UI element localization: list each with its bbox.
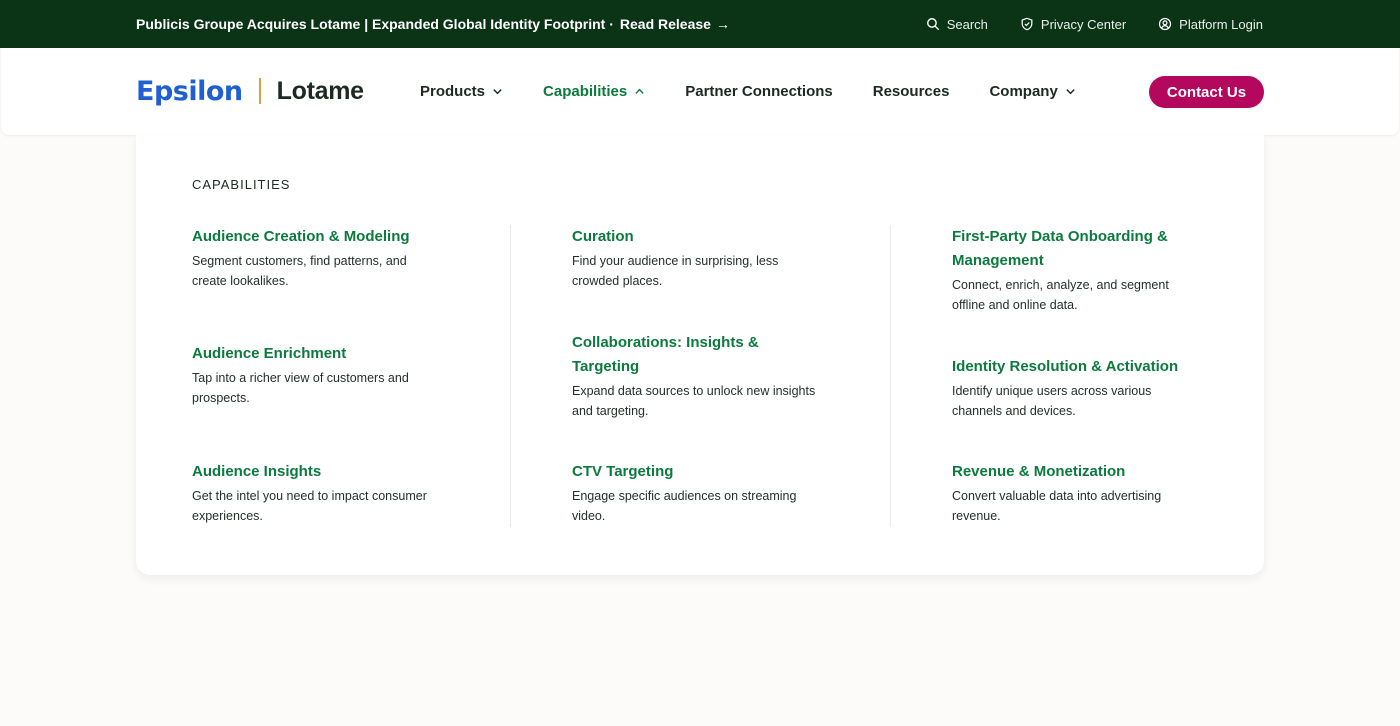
menu-item-description: Expand data sources to unlock new insigh… [572,384,816,418]
menu-item-collaborations[interactable]: Collaborations: Insights & Targeting Exp… [572,331,822,421]
menu-item-title: Audience Enrichment [192,345,347,362]
privacy-center-link[interactable]: Privacy Center [1020,17,1126,32]
logo[interactable]: Epsilon Lotame [136,75,364,107]
menu-item-description: Segment customers, find patterns, and cr… [192,254,407,288]
menu-item-identity-resolution[interactable]: Identity Resolution & Activation Identif… [952,355,1202,421]
menu-item-audience-insights[interactable]: Audience Insights Get the intel you need… [192,460,442,526]
menu-item-description: Engage specific audiences on streaming v… [572,489,797,523]
utility-nav: Search Privacy Center Platform Login [926,0,1263,48]
nav-partner-connections[interactable]: Partner Connections [685,83,833,100]
contact-us-button[interactable]: Contact Us [1149,76,1264,108]
menu-item-description: Connect, enrich, analyze, and segment of… [952,278,1169,312]
chevron-down-icon [1066,89,1075,95]
nav-capabilities[interactable]: Capabilities [543,83,645,100]
menu-item-audience-creation[interactable]: Audience Creation & Modeling Segment cus… [192,225,442,291]
nav-products-label: Products [420,83,486,100]
user-icon [1159,17,1172,31]
platform-login-label: Platform Login [1179,16,1263,32]
menu-item-title: CTV Targeting [572,463,674,480]
capabilities-dropdown: CAPABILITIES Audience Creation & Modelin… [136,135,1264,575]
chevron-up-icon [635,88,644,94]
menu-item-title: Revenue & Monetization [952,463,1126,480]
logo-divider [258,78,261,104]
lotame-logo: Lotame [276,76,364,105]
search-link[interactable]: Search [926,17,988,32]
menu-item-title: Collaborations: Insights & Targeting [572,334,759,375]
menu-item-audience-enrichment[interactable]: Audience Enrichment Tap into a richer vi… [192,342,442,408]
nav-company-label: Company [989,83,1058,100]
menu-item-curation[interactable]: Curation Find your audience in surprisin… [572,225,822,291]
dropdown-column-1: Audience Creation & Modeling Segment cus… [192,225,510,527]
privacy-center-label: Privacy Center [1040,16,1127,32]
menu-item-ctv-targeting[interactable]: CTV Targeting Engage specific audiences … [572,460,822,526]
shield-icon [1021,17,1033,31]
read-release-link[interactable]: Read Release → [620,16,730,32]
epsilon-logo: Epsilon [136,75,243,107]
nav-resources[interactable]: Resources [873,83,950,100]
read-release-label: Read Release [619,16,711,32]
menu-item-title: First-Party Data Onboarding & Management [952,228,1168,269]
search-label: Search [946,16,988,32]
menu-item-first-party-data[interactable]: First-Party Data Onboarding & Management… [952,225,1202,315]
menu-item-description: Find your audience in surprising, less c… [572,254,779,288]
announcement: Publicis Groupe Acquires Lotame | Expand… [136,0,730,48]
dropdown-column-3: First-Party Data Onboarding & Management… [890,225,1220,527]
menu-item-description: Convert valuable data into advertising r… [952,489,1162,523]
chevron-down-icon [493,89,502,95]
nav-resources-label: Resources [872,83,950,100]
menu-item-description: Get the intel you need to impact consume… [192,489,427,523]
dropdown-column-2: Curation Find your audience in surprisin… [510,225,890,527]
announcement-bar: Publicis Groupe Acquires Lotame | Expand… [0,0,1400,48]
nav-products[interactable]: Products [420,83,503,100]
menu-item-title: Identity Resolution & Activation [952,358,1179,375]
nav-company[interactable]: Company [989,83,1075,100]
primary-nav: Products Capabilities Partner Connection… [420,48,1116,135]
platform-login-link[interactable]: Platform Login [1158,17,1263,32]
dropdown-heading: CAPABILITIES [192,177,291,192]
main-header: Epsilon Lotame Products Capabilities Par… [1,48,1399,135]
menu-item-title: Audience Creation & Modeling [192,228,410,245]
announcement-text: Publicis Groupe Acquires Lotame | Expand… [136,16,614,32]
menu-item-description: Identify unique users across various cha… [952,384,1152,418]
menu-item-title: Curation [572,228,634,245]
search-icon [926,18,939,31]
nav-partner-connections-label: Partner Connections [685,83,833,100]
menu-item-title: Audience Insights [192,463,322,480]
menu-item-revenue-monetization[interactable]: Revenue & Monetization Convert valuable … [952,460,1202,526]
arrow-right-icon: → [715,16,730,32]
menu-item-description: Tap into a richer view of customers and … [192,371,409,405]
nav-capabilities-label: Capabilities [543,83,628,100]
